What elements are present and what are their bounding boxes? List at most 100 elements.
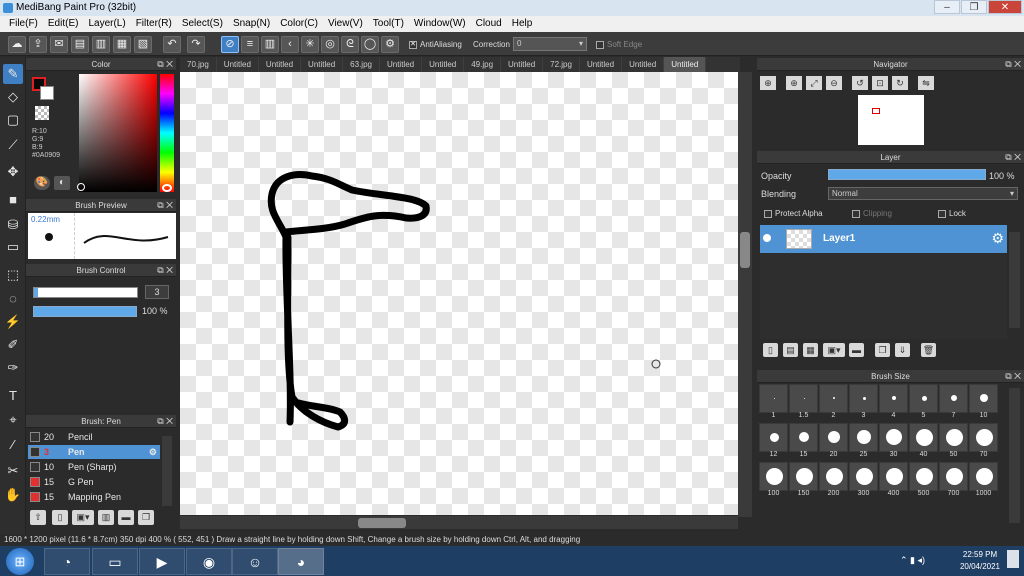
gradient-tool-icon[interactable]: ▭	[3, 237, 23, 257]
medibang-paint-task-icon[interactable]: ◕	[278, 548, 324, 575]
brush-size-slider[interactable]	[33, 287, 138, 298]
panel-icon[interactable]: ▦	[113, 36, 131, 53]
brush-item-pen-sharp[interactable]: 10 Pen (Sharp)	[28, 460, 160, 474]
brush-size-option[interactable]: 50	[939, 423, 968, 458]
brush-folder-icon[interactable]: ▬	[118, 510, 134, 525]
curve-snap-icon[interactable]: ᘓ	[341, 36, 359, 53]
tray-icons[interactable]: ⌃ ▮ ◂)	[900, 555, 925, 566]
lock-checkbox[interactable]: Lock	[938, 209, 966, 218]
snap-off-icon[interactable]: ⊘	[221, 36, 239, 53]
menu-tool[interactable]: Tool(T)	[368, 16, 409, 32]
brush-item-g-pen[interactable]: 15 G Pen	[28, 475, 160, 489]
rotate-left-icon[interactable]: ↺	[852, 76, 868, 90]
menu-select[interactable]: Select(S)	[177, 16, 228, 32]
horizontal-scrollbar[interactable]	[180, 516, 738, 529]
tab-untitled[interactable]: Untitled	[501, 57, 544, 72]
brush-duplicate-icon[interactable]: ❐	[138, 510, 154, 525]
medibang-task-icon[interactable]: ◔	[44, 548, 90, 575]
navigator-viewport[interactable]	[872, 108, 880, 114]
rotate-right-icon[interactable]: ↻	[892, 76, 908, 90]
undo-icon[interactable]: ↶	[163, 36, 181, 53]
layer-folder-icon[interactable]: ▬	[849, 343, 864, 357]
protect-alpha-checkbox[interactable]: Protect Alpha	[764, 209, 823, 218]
brush-copy-icon[interactable]: ▥	[98, 510, 114, 525]
grid-icon[interactable]: ▧	[134, 36, 152, 53]
brush-size-option[interactable]: 15	[789, 423, 818, 458]
new-halftone-layer-icon[interactable]: ▤	[783, 343, 798, 357]
antialiasing-checkbox[interactable]: ✕ AntiAliasing	[409, 40, 462, 49]
tab-72-jpg[interactable]: 72.jpg	[543, 57, 580, 72]
new-brush-icon[interactable]: ▯	[52, 510, 68, 525]
tab-70-jpg[interactable]: 70.jpg	[180, 57, 217, 72]
magic-wand-tool-icon[interactable]: ⚡	[3, 312, 23, 332]
brush-size-option[interactable]: 5	[909, 384, 938, 419]
chrome-task-icon[interactable]: ◉	[186, 548, 232, 575]
ellipse-snap-icon[interactable]: ◯	[361, 36, 379, 53]
palette-icon[interactable]: 🎨	[34, 176, 50, 190]
text-tool-icon[interactable]: T	[3, 386, 23, 406]
tab-untitled[interactable]: Untitled	[301, 57, 344, 72]
brush-list-scrollbar[interactable]	[162, 436, 172, 506]
select-eraser-tool-icon[interactable]: ✑	[3, 358, 23, 378]
drawing-canvas[interactable]	[180, 72, 738, 515]
zoom-in-icon[interactable]: ⊕	[786, 76, 802, 90]
share-icon[interactable]: ⇪	[29, 36, 47, 53]
brush-size-option[interactable]: 700	[939, 462, 968, 497]
fit-window-icon[interactable]: ⤢	[806, 76, 822, 90]
layer-scrollbar[interactable]	[1009, 232, 1020, 328]
flip-icon[interactable]: ⇋	[918, 76, 934, 90]
avatar-app-task-icon[interactable]: ☺	[232, 548, 278, 575]
transparent-color-swatch[interactable]	[35, 106, 49, 120]
menu-file[interactable]: File(F)	[4, 16, 43, 32]
brush-size-option[interactable]: 70	[969, 423, 998, 458]
soft-edge-checkbox[interactable]: Soft Edge	[596, 40, 642, 49]
brush-size-option[interactable]: 100	[759, 462, 788, 497]
tab-untitled[interactable]: Untitled	[580, 57, 623, 72]
menu-layer[interactable]: Layer(L)	[83, 16, 130, 32]
brush-size-option[interactable]: 2	[819, 384, 848, 419]
brush-size-option[interactable]: 30	[879, 423, 908, 458]
move-tool-icon[interactable]: ✥	[3, 162, 23, 182]
bucket-tool-icon[interactable]: ⛁	[3, 215, 23, 235]
divide-tool-icon[interactable]: ✂	[3, 461, 23, 481]
comment-icon[interactable]: ▤	[71, 36, 89, 53]
brush-size-option[interactable]: 40	[909, 423, 938, 458]
minimize-button[interactable]: –	[934, 0, 960, 14]
vertical-scrollbar[interactable]	[738, 72, 752, 517]
notification-icon[interactable]	[1007, 550, 1019, 568]
brush-size-option[interactable]: 4	[879, 384, 908, 419]
brush-item-mapping-pen[interactable]: 15 Mapping Pen	[28, 490, 160, 504]
explorer-task-icon[interactable]: ▭	[92, 548, 138, 575]
brush-add-menu-icon[interactable]: ▣▾	[72, 510, 94, 525]
eyedropper-tool-icon[interactable]: ⁄	[3, 435, 23, 455]
tab-untitled[interactable]: Untitled	[380, 57, 423, 72]
brush-size-option[interactable]: 300	[849, 462, 878, 497]
menu-help[interactable]: Help	[507, 16, 538, 32]
navigator-thumbnail[interactable]	[858, 95, 924, 145]
clipping-checkbox[interactable]: Clipping	[852, 209, 892, 218]
grid-snap-icon[interactable]: ▥	[261, 36, 279, 53]
delete-layer-icon[interactable]: 🗑	[921, 343, 936, 357]
operation-tool-icon[interactable]: ⌖	[3, 410, 23, 430]
new-8bit-layer-icon[interactable]: ▦	[803, 343, 818, 357]
color-picker-cursor[interactable]	[77, 183, 85, 191]
vertical-scroll-thumb[interactable]	[740, 232, 750, 268]
brush-size-option[interactable]: 1.5	[789, 384, 818, 419]
layer-settings-icon[interactable]: ⚙	[991, 230, 1004, 247]
color-history-icon[interactable]: ◐	[54, 176, 70, 190]
background-color-swatch[interactable]	[40, 86, 54, 100]
rectangle-tool-icon[interactable]: ▢	[3, 110, 23, 130]
saturation-value-picker[interactable]	[79, 74, 157, 192]
snap-settings-icon[interactable]: ⚙	[381, 36, 399, 53]
document-icon[interactable]: ▥	[92, 36, 110, 53]
fill-shape-tool-icon[interactable]: ■	[3, 190, 23, 210]
start-button-icon[interactable]: ⊞	[6, 548, 34, 575]
menu-color[interactable]: Color(C)	[275, 16, 323, 32]
hue-cursor[interactable]	[162, 184, 172, 192]
layer-opacity-slider[interactable]	[828, 169, 986, 180]
menu-filter[interactable]: Filter(R)	[131, 16, 177, 32]
brush-size-option[interactable]: 20	[819, 423, 848, 458]
add-layer-menu-icon[interactable]: ▣▾	[823, 343, 845, 357]
tab-untitled[interactable]: Untitled	[217, 57, 259, 72]
brush-size-option[interactable]: 10	[969, 384, 998, 419]
